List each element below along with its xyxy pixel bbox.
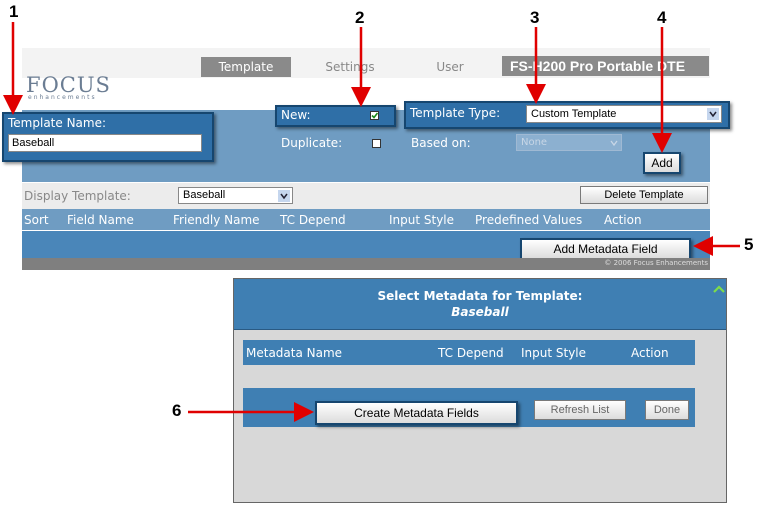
callout-arrows — [3, 22, 740, 422]
